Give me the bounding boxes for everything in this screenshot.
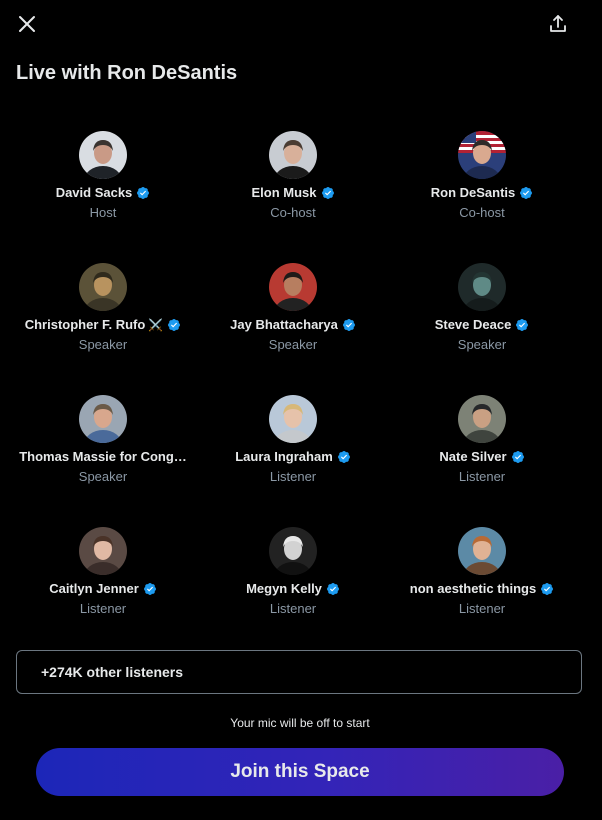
participant-name-row: non aesthetic things — [410, 581, 554, 596]
participant-card[interactable]: Caitlyn Jenner Listener — [0, 524, 206, 656]
share-button[interactable] — [543, 9, 573, 39]
participant-name-row: Laura Ingraham — [235, 449, 351, 464]
participant-name: Jay Bhattacharya — [230, 317, 338, 332]
crossed-swords-emoji: ⚔️ — [148, 317, 164, 332]
verified-badge-icon — [511, 450, 525, 464]
verified-badge-icon — [321, 186, 335, 200]
verified-badge-icon — [167, 318, 181, 332]
participant-role: Speaker — [78, 337, 128, 352]
avatar[interactable] — [458, 263, 506, 311]
avatar[interactable] — [79, 395, 127, 443]
participant-name-row: Nate Silver — [439, 449, 524, 464]
mic-note: Your mic will be off to start — [230, 716, 370, 730]
participant-name: Nate Silver — [439, 449, 507, 464]
participant-card[interactable]: Laura Ingraham Listener — [206, 392, 380, 524]
participant-name-row: Megyn Kelly — [246, 581, 340, 596]
top-bar — [0, 0, 602, 50]
verified-badge-icon — [519, 186, 533, 200]
avatar[interactable] — [458, 131, 506, 179]
participant-card[interactable]: Nate Silver Listener — [380, 392, 584, 524]
participant-grid: David Sacks Host Elon Musk Co-host Ron D… — [0, 128, 600, 656]
participant-role: Speaker — [78, 469, 128, 484]
participant-card[interactable]: Jay Bhattacharya Speaker — [206, 260, 380, 392]
share-icon — [550, 15, 566, 32]
participant-name-row: Thomas Massie for Cong… — [19, 449, 187, 464]
participant-role: Listener — [269, 601, 317, 616]
participant-name: Laura Ingraham — [235, 449, 333, 464]
participant-card[interactable]: Ron DeSantis Co-host — [380, 128, 584, 260]
participant-card[interactable]: Elon Musk Co-host — [206, 128, 380, 260]
verified-badge-icon — [540, 582, 554, 596]
verified-badge-icon — [342, 318, 356, 332]
participant-name: non aesthetic things — [409, 581, 537, 596]
participant-card[interactable]: Thomas Massie for Cong… Speaker — [0, 392, 206, 524]
participant-card[interactable]: Steve Deace Speaker — [380, 260, 584, 392]
join-space-button[interactable]: Join this Space — [36, 748, 564, 796]
participant-name-row: Ron DeSantis — [431, 185, 534, 200]
space-title: Live with Ron DeSantis — [16, 62, 238, 84]
close-button[interactable] — [12, 9, 42, 39]
verified-badge-icon — [326, 582, 340, 596]
participant-role: Co-host — [270, 205, 316, 220]
participant-role: Co-host — [459, 205, 505, 220]
participant-name-row: Christopher F. Rufo ⚔️ — [25, 317, 182, 332]
verified-badge-icon — [143, 582, 157, 596]
participant-name-row: David Sacks — [56, 185, 151, 200]
participant-name-row: Caitlyn Jenner — [49, 581, 157, 596]
participant-role: Listener — [458, 601, 506, 616]
avatar[interactable] — [269, 131, 317, 179]
participant-name: Caitlyn Jenner — [49, 581, 139, 596]
verified-badge-icon — [515, 318, 529, 332]
participant-card[interactable]: non aesthetic things Listener — [380, 524, 584, 656]
participant-name: Steve Deace — [434, 317, 512, 332]
participant-role: Listener — [458, 469, 506, 484]
participant-role: Listener — [79, 601, 127, 616]
avatar[interactable] — [79, 131, 127, 179]
participant-name: Thomas Massie for Cong… — [19, 449, 187, 464]
participant-name-row: Jay Bhattacharya — [230, 317, 356, 332]
participant-role: Host — [89, 205, 117, 220]
avatar[interactable] — [79, 527, 127, 575]
participant-name: Megyn Kelly — [246, 581, 322, 596]
participant-name: Elon Musk — [251, 185, 317, 200]
close-icon — [19, 16, 35, 32]
space-modal: Live with Ron DeSantis David Sacks Host … — [0, 0, 602, 820]
avatar[interactable] — [269, 395, 317, 443]
avatar[interactable] — [458, 527, 506, 575]
participant-role: Listener — [269, 469, 317, 484]
participant-name-row: Elon Musk — [251, 185, 334, 200]
verified-badge-icon — [337, 450, 351, 464]
avatar[interactable] — [458, 395, 506, 443]
avatar[interactable] — [269, 527, 317, 575]
participant-name: David Sacks — [55, 185, 133, 200]
participant-card[interactable]: Megyn Kelly Listener — [206, 524, 380, 656]
other-listeners-button[interactable]: +274K other listeners — [16, 650, 582, 694]
participant-name: Ron DeSantis — [430, 185, 516, 200]
other-listeners-label: +274K other listeners — [41, 664, 184, 680]
participant-card[interactable]: Christopher F. Rufo ⚔️ Speaker — [0, 260, 206, 392]
avatar[interactable] — [269, 263, 317, 311]
participant-card[interactable]: David Sacks Host — [0, 128, 206, 260]
participant-name: Christopher F. Rufo — [24, 317, 146, 332]
participant-role: Speaker — [268, 337, 318, 352]
participant-name-row: Steve Deace — [435, 317, 530, 332]
avatar[interactable] — [79, 263, 127, 311]
participant-role: Speaker — [457, 337, 507, 352]
verified-badge-icon — [136, 186, 150, 200]
